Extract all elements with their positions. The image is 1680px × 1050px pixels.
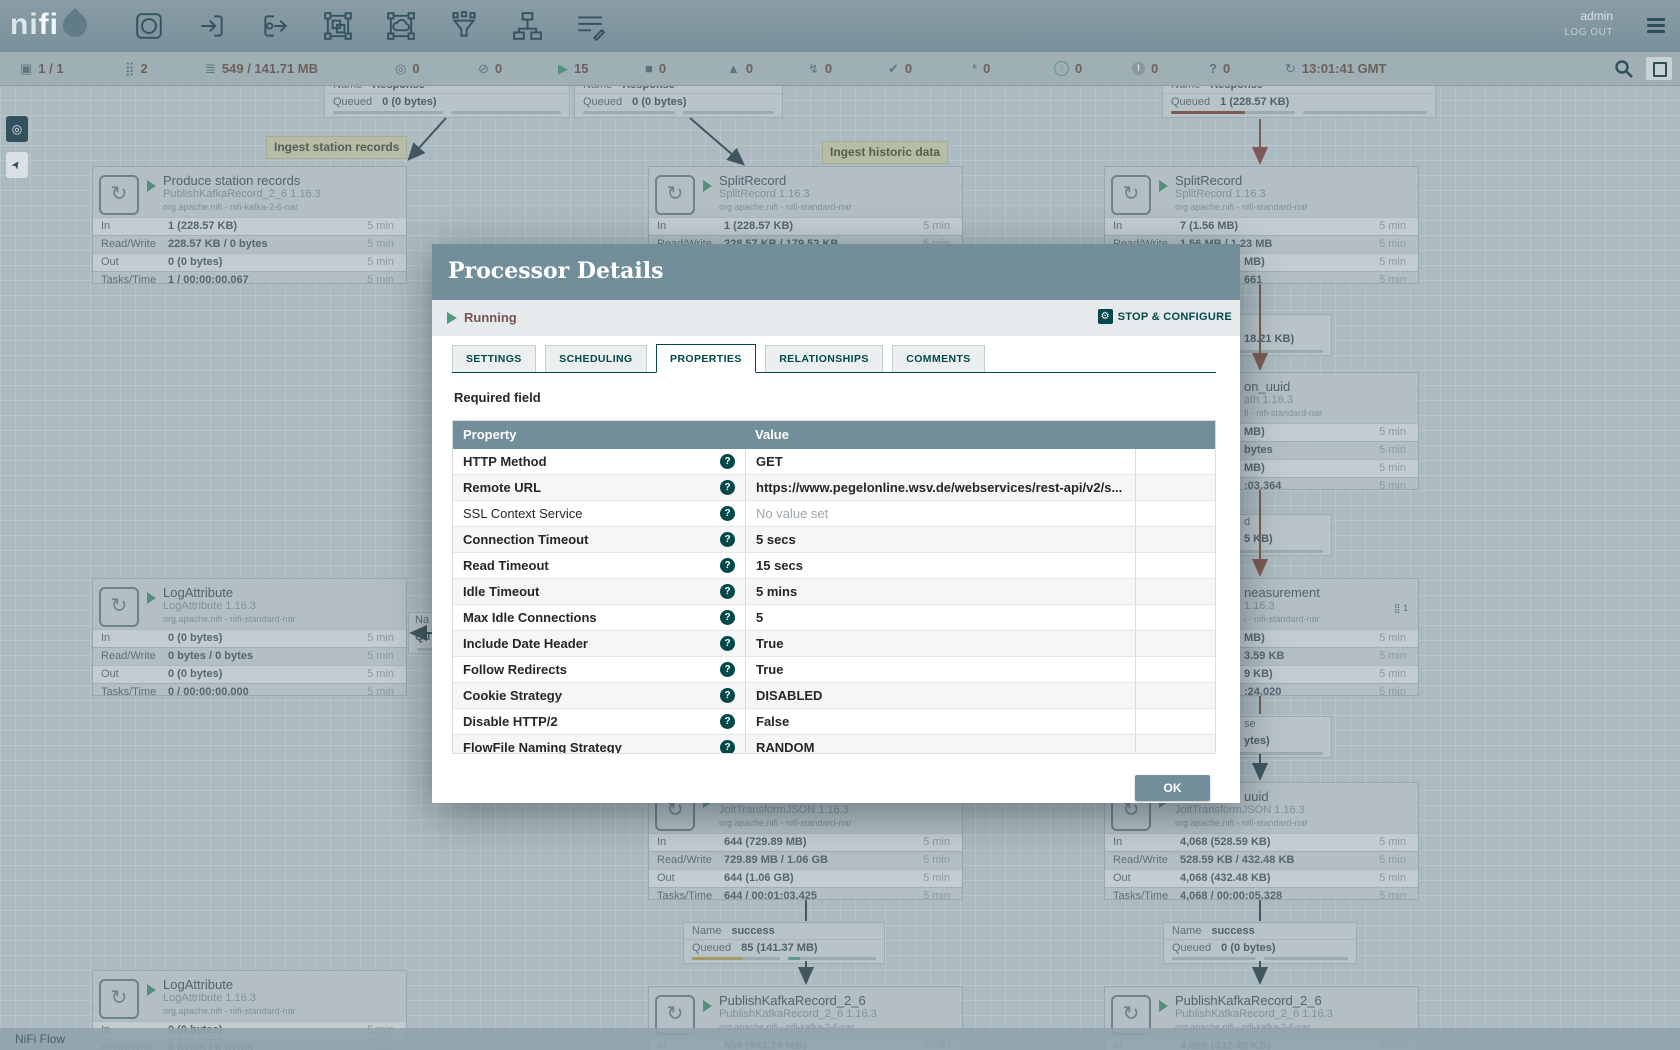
tab-comments[interactable]: COMMENTS [892,345,984,372]
value-column-header: Value [745,421,1135,449]
running-status-icon [447,312,457,324]
tab-settings[interactable]: SETTINGS [452,345,536,372]
status-item-sync-failure: ?0 [1209,52,1230,85]
operate-palette-button[interactable]: ➤ [6,152,28,178]
process-group-component-icon[interactable] [323,11,353,41]
property-row: Idle Timeout?5 mins [453,579,1215,605]
properties-table-header: Property Value [453,421,1215,449]
template-component-icon[interactable] [512,11,542,41]
nifi-application: ↻Produce station recordsPublishKafkaReco… [0,0,1680,1050]
status-item-cluster: ▣1 / 1 [20,52,64,85]
status-item-stale: ↑0 [1054,52,1082,85]
input-port-component-icon[interactable] [197,11,227,41]
property-help-icon[interactable]: ? [720,506,735,521]
tab-relationships[interactable]: RELATIONSHIPS [765,345,883,372]
active-threads-icon: ⣿ [125,61,135,77]
remote-process-group-component-icon[interactable] [386,11,416,41]
properties-table: Property Value HTTP Method?GETRemote URL… [452,420,1216,754]
processor-details-dialog: Processor Details Running ⚙ STOP & CONFI… [432,244,1240,803]
tab-scheduling[interactable]: SCHEDULING [545,345,646,372]
property-row: Connection Timeout?5 secs [453,527,1215,553]
queued-icon: ≣ [205,61,216,77]
property-row: Remote URL?https://www.pegelonline.wsv.d… [453,475,1215,501]
property-row: Cookie Strategy?DISABLED [453,683,1215,709]
global-menu-button[interactable] [1647,18,1665,36]
status-item-running: ▶15 [558,52,588,85]
status-item-queued: ≣549 / 141.71 MB [205,52,318,85]
funnel-component-icon[interactable] [449,11,479,41]
canvas-label-ingest-station-records[interactable]: Ingest station records [266,136,407,159]
current-user: admin [1564,9,1613,23]
property-help-icon[interactable]: ? [720,714,735,729]
panel-icon [1653,62,1667,77]
property-help-icon[interactable]: ? [720,740,735,754]
property-help-icon[interactable]: ? [720,688,735,703]
property-row: Max Idle Connections?5 [453,605,1215,631]
status-item-locally-modified-and-stale: !0 [1132,52,1158,85]
component-toolbar [134,11,605,41]
not-transmitting-icon: ⊘ [478,61,489,77]
property-row: Follow Redirects?True [453,657,1215,683]
hand-cursor-icon: ➤ [4,154,31,176]
dialog-tabs: SETTINGS SCHEDULING PROPERTIES RELATIONS… [452,344,1216,373]
status-item-transmitting: ◎0 [395,52,420,85]
output-port-component-icon[interactable] [260,11,290,41]
status-item-invalid: ▲0 [727,52,753,85]
refresh-icon[interactable]: ↻ [1285,61,1296,77]
run-state-text: Running [464,310,517,325]
cluster-icon: ▣ [20,61,32,77]
label-component-icon[interactable] [575,11,605,41]
status-item-not-transmitting: ⊘0 [478,52,502,85]
property-help-icon[interactable]: ? [720,584,735,599]
status-item-stopped: ■0 [645,52,666,85]
tab-properties[interactable]: PROPERTIES [656,344,756,373]
stopped-icon: ■ [645,61,653,76]
flow-status-bar: ▣1 / 1 ⣿2 ≣549 / 141.71 MB ◎0 ⊘0 ▶15 ■0 ▲0 ↯0 ✔0 *… [0,52,1680,86]
locally-modified-icon: * [972,61,977,76]
property-row: FlowFile Naming Strategy?RANDOM [453,735,1215,754]
up-to-date-icon: ✔ [888,61,899,77]
property-row: SSL Context Service?No value set [453,501,1215,527]
nifi-logo: nifi [10,8,87,42]
property-help-icon[interactable]: ? [720,532,735,547]
property-column-header: Property [453,421,745,449]
property-help-icon[interactable]: ? [720,480,735,495]
logout-link[interactable]: LOG OUT [1564,27,1613,38]
required-field-label: Required field [454,390,541,405]
status-item-active-threads: ⣿2 [125,52,148,85]
last-refresh-time[interactable]: ↻13:01:41 GMT [1285,52,1386,85]
property-row: Disable HTTP/2?False [453,709,1215,735]
locally-modified-and-stale-icon: ! [1132,62,1145,75]
property-help-icon[interactable]: ? [720,636,735,651]
breadcrumb[interactable]: NiFi Flow [0,1028,1680,1050]
dialog-title: Processor Details [448,258,664,284]
search-icon[interactable] [1614,59,1634,79]
property-help-icon[interactable]: ? [720,662,735,677]
status-item-disabled: ↯0 [808,52,832,85]
dialog-header: Processor Details [432,244,1240,300]
dialog-status-bar: Running ⚙ STOP & CONFIGURE [432,300,1240,336]
disabled-icon: ↯ [808,61,819,77]
nifi-drop-icon [58,8,92,42]
transmitting-icon: ◎ [395,61,406,77]
invalid-icon: ▲ [727,61,740,76]
navigate-palette-button[interactable]: ◎ [6,116,28,142]
sync-failure-icon: ? [1209,61,1217,76]
gear-icon: ⚙ [1098,309,1113,324]
status-item-locally-modified: *0 [972,52,990,85]
running-icon: ▶ [558,61,568,77]
canvas-label-ingest-historic-data[interactable]: Ingest historic data [822,141,948,164]
property-help-icon[interactable]: ? [720,610,735,625]
property-help-icon[interactable]: ? [720,454,735,469]
property-row: Include Date Header?True [453,631,1215,657]
status-item-up-to-date: ✔0 [888,52,912,85]
property-help-icon[interactable]: ? [720,558,735,573]
property-row: Read Timeout?15 secs [453,553,1215,579]
stale-icon: ↑ [1054,61,1069,76]
property-row: HTTP Method?GET [453,449,1215,475]
stop-and-configure-button[interactable]: ⚙ STOP & CONFIGURE [1098,309,1232,324]
processor-component-icon[interactable] [134,11,164,41]
bulletin-panel-toggle-button[interactable] [1646,57,1672,80]
ok-button[interactable]: OK [1135,775,1210,801]
